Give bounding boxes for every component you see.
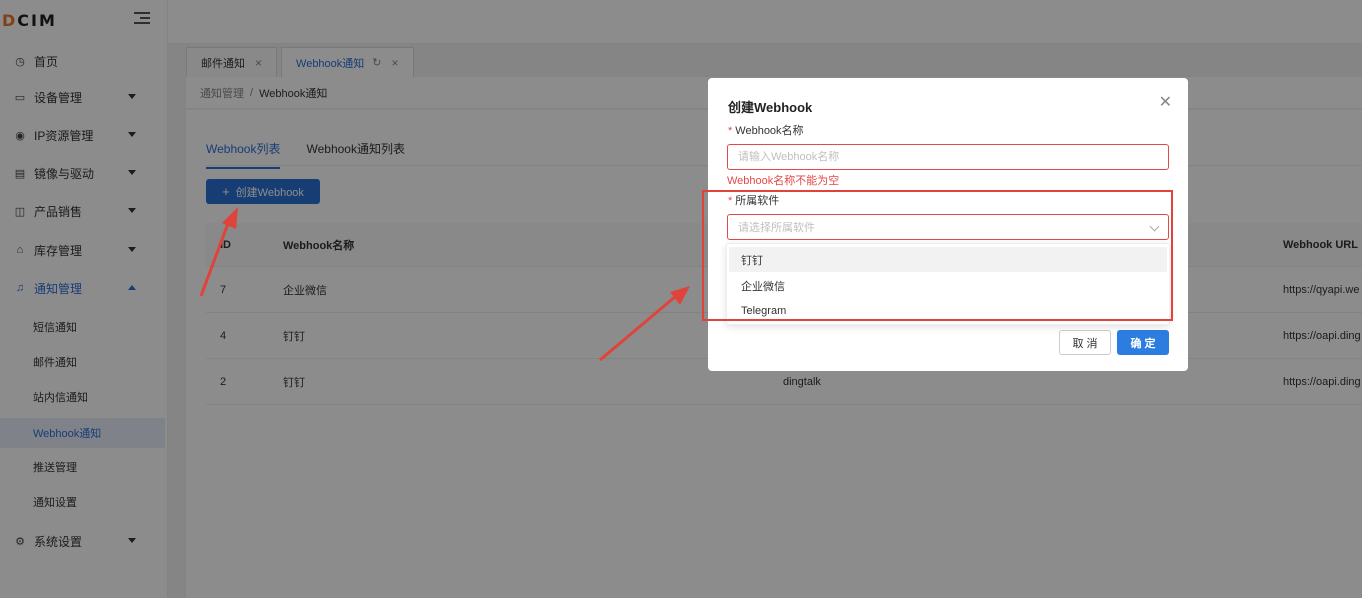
webhook-name-label-text: Webhook名称 [735,125,804,137]
confirm-button[interactable]: 确 定 [1117,330,1169,355]
close-icon[interactable]: ✕ [1159,92,1172,112]
dialog-title: 创建Webhook [728,100,813,115]
cancel-button[interactable]: 取 消 [1059,330,1111,355]
annotation-arrowhead [222,207,238,229]
annotation-arrowhead [670,286,690,305]
annotation-arrow-line [599,294,677,362]
webhook-name-input[interactable] [727,144,1169,170]
webhook-name-label: * Webhook名称 [728,122,804,138]
annotation-arrow-line [199,217,232,297]
annotation-highlight-box [702,190,1173,321]
required-asterisk: * [728,125,733,137]
webhook-name-error: Webhook名称不能为空 [727,175,840,187]
